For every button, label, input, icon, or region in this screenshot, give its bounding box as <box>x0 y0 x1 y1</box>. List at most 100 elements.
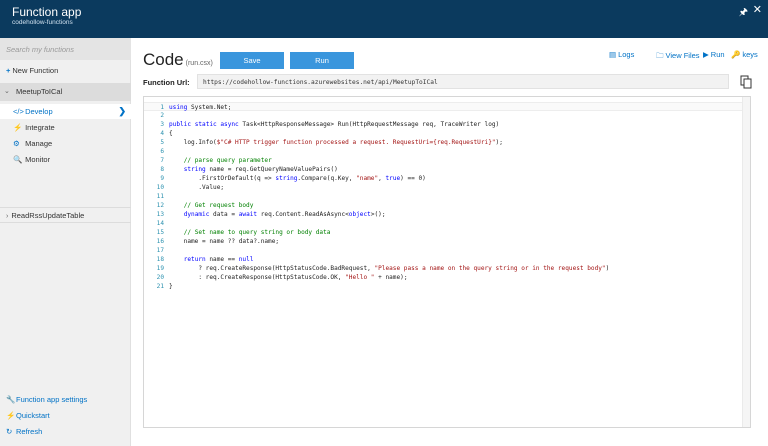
line-number: 20 <box>156 274 164 281</box>
new-function-button[interactable]: + New Function <box>0 64 131 78</box>
close-icon[interactable]: ✕ <box>753 3 762 16</box>
line-number: 16 <box>156 238 164 245</box>
code-line: 7 // parse query parameter <box>144 156 742 165</box>
code-text: ? req.CreateResponse(HttpStatusCode.BadR… <box>169 265 610 272</box>
gear-icon: ⚙ <box>13 139 20 148</box>
main-panel: Code (run.csx) Save Run ▤ Logs 🗀 View Files… <box>131 38 768 446</box>
code-text: { <box>169 130 173 137</box>
search-icon: 🔍 <box>13 155 23 164</box>
sidebar-item-integrate[interactable]: ⚡ Integrate <box>0 120 131 135</box>
function-label: ReadRssUpdateTable <box>11 211 85 220</box>
code-line: 18 return name == null <box>144 255 742 264</box>
code-line: 14 <box>144 219 742 228</box>
code-text: // parse query parameter <box>183 157 272 164</box>
chevron-down-icon: ⌄ <box>4 88 10 95</box>
link-label: Function app settings <box>16 395 88 404</box>
code-text: string name = req.GetQueryNameValuePairs… <box>183 166 338 173</box>
code-line: 16 name = name ?? data?.name; <box>144 237 742 246</box>
line-number: 12 <box>156 202 164 209</box>
code-line: 20 : req.CreateResponse(HttpStatusCode.O… <box>144 273 742 282</box>
lightning-icon: ⚡ <box>13 123 23 132</box>
line-number: 15 <box>156 229 164 236</box>
refresh-link[interactable]: ↻ Refresh <box>6 426 42 438</box>
function-app-settings-link[interactable]: 🔧Function app settings <box>6 394 87 406</box>
code-line: 8 string name = req.GetQueryNameValuePai… <box>144 165 742 174</box>
function-label: MeetupToICal <box>16 87 63 96</box>
wrench-icon: 🔧 <box>6 395 16 404</box>
app-header: Function app codehollow-functions 🖈 ✕ <box>0 0 768 38</box>
run-button[interactable]: Run <box>290 52 354 69</box>
function-item-readrssupdatetable[interactable]: › ReadRssUpdateTable <box>0 207 131 223</box>
sidebar-item-label: Manage <box>25 139 53 148</box>
function-item-meetuptoical[interactable]: ⌄ MeetupToICal <box>0 83 131 101</box>
pin-icon[interactable]: 🖈 <box>739 5 748 22</box>
view-files-link[interactable]: 🗀 View Files <box>656 50 700 63</box>
line-number: 3 <box>160 121 164 128</box>
sidebar-item-label: Integrate <box>25 123 55 132</box>
sidebar-item-monitor[interactable]: 🔍 Monitor <box>0 152 131 167</box>
sidebar-item-label: Develop <box>25 107 53 116</box>
line-number: 5 <box>160 139 164 146</box>
editor-scrollbar[interactable] <box>742 97 750 427</box>
code-text: name = name ?? data?.name; <box>169 238 280 245</box>
code-line: 5 log.Info($"C# HTTP trigger function pr… <box>144 138 742 147</box>
sidebar-item-label: Monitor <box>25 155 51 164</box>
code-line: 2 <box>144 111 742 120</box>
chevron-right-icon: ❯ <box>118 106 126 116</box>
run-link[interactable]: ▶ Run <box>703 50 725 59</box>
code-text: : req.CreateResponse(HttpStatusCode.OK, … <box>169 274 408 281</box>
code-text: } <box>169 283 173 290</box>
play-icon: ▶ <box>703 50 709 59</box>
code-line: 9 .FirstOrDefault(q => string.Compare(q.… <box>144 174 742 183</box>
quickstart-link[interactable]: ⚡Quickstart <box>6 410 50 422</box>
code-line: 13 dynamic data = await req.Content.Read… <box>144 210 742 219</box>
keys-label: keys <box>742 50 758 59</box>
sidebar-item-manage[interactable]: ⚙ Manage <box>0 136 131 151</box>
code-text: public static async Task<HttpResponseMes… <box>169 121 500 128</box>
code-editor[interactable]: 1 using System.Net; 2 3 public static async … <box>143 96 751 428</box>
logs-icon: ▤ <box>609 50 617 59</box>
code-icon: </> <box>13 107 24 116</box>
sidebar: Search my functions + New Function ⌄ Meet… <box>0 38 131 446</box>
save-button[interactable]: Save <box>220 52 284 69</box>
link-label: Refresh <box>16 427 43 436</box>
logs-label: Logs <box>618 50 635 59</box>
line-number: 11 <box>156 193 164 200</box>
page-title: Code (run.csx) <box>143 50 213 70</box>
folder-icon: 🗀 <box>656 51 664 60</box>
line-number: 8 <box>160 166 164 173</box>
line-number: 6 <box>160 148 164 155</box>
refresh-icon: ↻ <box>6 427 13 436</box>
code-text: // Get request body <box>183 202 254 209</box>
sidebar-item-develop[interactable]: </> Develop ❯ <box>0 104 131 119</box>
code-line: 19 ? req.CreateResponse(HttpStatusCode.B… <box>144 264 742 273</box>
code-line: 4{ <box>144 129 742 138</box>
line-number: 17 <box>156 247 164 254</box>
page-title-text: Code <box>143 50 184 69</box>
copy-icon[interactable] <box>740 75 752 89</box>
view-files-label: View Files <box>665 51 700 60</box>
line-number: 9 <box>160 175 164 182</box>
new-function-label: New Function <box>12 66 59 75</box>
app-subtitle: codehollow-functions <box>12 19 73 26</box>
link-label: Quickstart <box>16 411 50 420</box>
code-text: using System.Net; <box>169 104 232 111</box>
keys-link[interactable]: 🔑 keys <box>731 50 758 59</box>
line-number: 14 <box>156 220 164 227</box>
line-number: 7 <box>160 157 164 164</box>
code-line: 11 <box>144 192 742 201</box>
code-text: return name == null <box>183 256 254 263</box>
logs-link[interactable]: ▤ Logs <box>609 50 634 59</box>
code-text: dynamic data = await req.Content.ReadAsA… <box>183 211 386 218</box>
function-url-field[interactable]: https://codehollow-functions.azurewebsit… <box>197 74 729 89</box>
line-number: 21 <box>156 283 164 290</box>
code-line: 10 .Value; <box>144 183 742 192</box>
code-text: // Set name to query string or body data <box>183 229 331 236</box>
line-number: 4 <box>160 130 164 137</box>
line-number: 13 <box>156 211 164 218</box>
function-url-label: Function Url: <box>143 78 190 87</box>
search-input[interactable]: Search my functions <box>0 38 131 60</box>
code-line: 17 <box>144 246 742 255</box>
run-link-label: Run <box>710 50 725 59</box>
code-line: 1 using System.Net; <box>144 102 742 111</box>
